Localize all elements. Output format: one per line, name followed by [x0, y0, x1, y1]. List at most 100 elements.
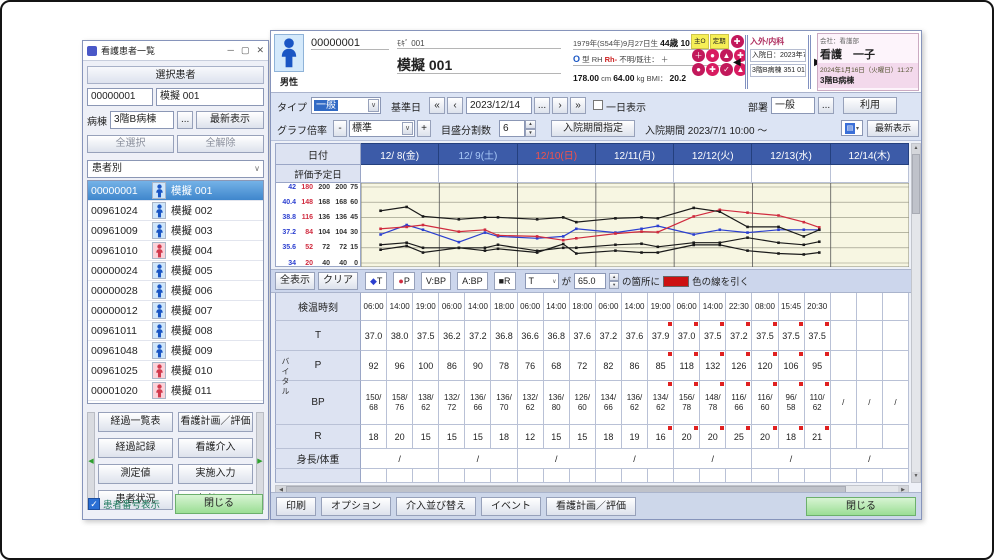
- r-cell[interactable]: 18: [361, 425, 387, 449]
- p-cell[interactable]: 106: [779, 351, 805, 381]
- empty-cell[interactable]: [465, 469, 491, 483]
- p-cell[interactable]: 92: [361, 351, 387, 381]
- evaluation-cell[interactable]: [752, 165, 830, 183]
- bp-cell[interactable]: 134/62: [648, 381, 674, 425]
- t-cell[interactable]: 37.6: [622, 321, 648, 351]
- empty-cell[interactable]: [726, 469, 752, 483]
- t-cell[interactable]: 36.2: [439, 321, 465, 351]
- empty-cell[interactable]: [805, 469, 831, 483]
- dept-browse-button[interactable]: ...: [818, 97, 834, 114]
- type-dropdown[interactable]: 一般 ∨: [311, 97, 381, 114]
- bp-cell[interactable]: 116/66: [726, 381, 752, 425]
- patient-row[interactable]: 00000028模擬 006: [88, 281, 263, 301]
- bp-cell[interactable]: 136/70: [491, 381, 517, 425]
- clear-all-button[interactable]: 全解除: [177, 135, 264, 153]
- t-cell[interactable]: 37.9: [648, 321, 674, 351]
- chart-refresh-button[interactable]: 最新表示: [867, 120, 919, 137]
- bp-cell[interactable]: 136/66: [465, 381, 491, 425]
- p-cell[interactable]: [831, 351, 857, 381]
- r-cell[interactable]: 15: [544, 425, 570, 449]
- empty-cell[interactable]: [648, 469, 674, 483]
- r-cell[interactable]: 18: [596, 425, 622, 449]
- time-cell[interactable]: [831, 293, 857, 321]
- selected-patient-name-field[interactable]: 模擬 001: [156, 88, 264, 106]
- empty-cell[interactable]: [596, 469, 622, 483]
- height-weight-cell[interactable]: /: [439, 449, 517, 469]
- close-chart-button[interactable]: 閉じる: [806, 497, 916, 516]
- patient-row[interactable]: 00961011模擬 008: [88, 321, 263, 341]
- zoom-dropdown[interactable]: 標準 ∨: [349, 120, 415, 137]
- scroll-down-icon[interactable]: ▼: [912, 472, 920, 482]
- time-cell[interactable]: 15:45: [779, 293, 805, 321]
- legend-button-p-1[interactable]: ●P: [393, 272, 414, 290]
- dept-prev-icon[interactable]: ◀: [733, 57, 741, 68]
- legend-button-bp-2[interactable]: V:BP: [421, 272, 451, 290]
- ward-field[interactable]: 3階B病棟: [110, 111, 174, 129]
- height-weight-cell[interactable]: /: [831, 449, 909, 469]
- p-cell[interactable]: 118: [674, 351, 700, 381]
- bp-cell[interactable]: 148/78: [700, 381, 726, 425]
- p-cell[interactable]: 85: [648, 351, 674, 381]
- patient-row[interactable]: 00961024模擬 002: [88, 201, 263, 221]
- t-cell[interactable]: 37.5: [413, 321, 439, 351]
- height-weight-cell[interactable]: /: [596, 449, 674, 469]
- vertical-scroll-thumb[interactable]: [912, 154, 920, 214]
- bp-cell[interactable]: 96/58: [779, 381, 805, 425]
- empty-cell[interactable]: [413, 469, 439, 483]
- legend-button-t-0[interactable]: ◆T: [365, 272, 387, 290]
- p-cell[interactable]: 120: [752, 351, 778, 381]
- time-cell[interactable]: [857, 293, 883, 321]
- r-cell[interactable]: 20: [674, 425, 700, 449]
- t-cell[interactable]: [831, 321, 857, 351]
- time-cell[interactable]: 14:00: [700, 293, 726, 321]
- divisions-field[interactable]: 6: [499, 120, 525, 137]
- action-button-1[interactable]: 看護計画／評価: [178, 412, 253, 432]
- t-cell[interactable]: 36.8: [491, 321, 517, 351]
- time-cell[interactable]: 06:00: [596, 293, 622, 321]
- time-cell[interactable]: 22:30: [726, 293, 752, 321]
- r-cell[interactable]: 19: [622, 425, 648, 449]
- patient-filter-dropdown[interactable]: 患者別 ∨: [87, 160, 264, 178]
- t-cell[interactable]: 37.0: [361, 321, 387, 351]
- r-cell[interactable]: [883, 425, 909, 449]
- spin-up-icon[interactable]: ▲: [525, 120, 536, 129]
- p-cell[interactable]: 96: [387, 351, 413, 381]
- t-cell[interactable]: 37.2: [596, 321, 622, 351]
- threshold-spinner[interactable]: ▲ ▼: [609, 273, 619, 289]
- footer-button-1[interactable]: オプション: [321, 497, 391, 516]
- t-cell[interactable]: 37.5: [752, 321, 778, 351]
- empty-cell[interactable]: [700, 469, 726, 483]
- time-cell[interactable]: 14:00: [387, 293, 413, 321]
- height-weight-cell[interactable]: /: [518, 449, 596, 469]
- legend-button-r-4[interactable]: ■R: [494, 272, 516, 290]
- patient-row[interactable]: 00000001模擬 001: [88, 181, 263, 201]
- footer-button-2[interactable]: 介入並び替え: [396, 497, 476, 516]
- empty-cell[interactable]: [570, 469, 596, 483]
- r-cell[interactable]: 25: [726, 425, 752, 449]
- patient-row[interactable]: 00961025模擬 010: [88, 361, 263, 381]
- threshold-series-dropdown[interactable]: T ∨: [525, 273, 559, 289]
- date-prev2-button[interactable]: «: [429, 97, 445, 114]
- patient-number-checkbox[interactable]: ✓: [88, 498, 100, 510]
- empty-cell[interactable]: [831, 469, 857, 483]
- bp-cell[interactable]: 134/66: [596, 381, 622, 425]
- time-cell[interactable]: [883, 293, 909, 321]
- date-next2-button[interactable]: »: [570, 97, 586, 114]
- t-cell[interactable]: 37.5: [700, 321, 726, 351]
- legend-button-bp-3[interactable]: A:BP: [457, 272, 488, 290]
- close-icon[interactable]: ✕: [256, 45, 264, 56]
- clear-button[interactable]: クリア: [318, 272, 358, 290]
- bp-cell[interactable]: 156/78: [674, 381, 700, 425]
- evaluation-cell[interactable]: [518, 165, 596, 183]
- threshold-color-swatch[interactable]: [663, 276, 689, 287]
- spin-up-icon[interactable]: ▲: [609, 273, 619, 281]
- t-cell[interactable]: 38.0: [387, 321, 413, 351]
- p-cell[interactable]: 82: [596, 351, 622, 381]
- r-cell[interactable]: 20: [387, 425, 413, 449]
- empty-cell[interactable]: [387, 469, 413, 483]
- p-cell[interactable]: [857, 351, 883, 381]
- bp-cell[interactable]: 136/62: [622, 381, 648, 425]
- p-cell[interactable]: 100: [413, 351, 439, 381]
- p-cell[interactable]: 126: [726, 351, 752, 381]
- action-button-3[interactable]: 看護介入: [178, 438, 253, 458]
